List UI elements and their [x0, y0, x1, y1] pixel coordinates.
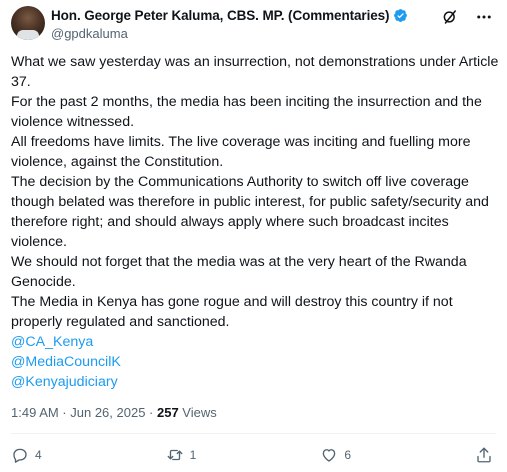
tweet-meta: 1:49 AM · Jun 26, 2025 · 257 Views [11, 405, 217, 420]
tweet-paragraph: What we saw yesterday was an insurrectio… [11, 54, 499, 90]
repost-count: 1 [189, 448, 197, 462]
tweet-paragraph: We should not forget that the media was … [11, 254, 467, 290]
grok-icon[interactable] [441, 8, 459, 26]
author-name[interactable]: Hon. George Peter Kaluma, CBS. MP. (Comm… [51, 8, 390, 23]
repost-icon [166, 446, 184, 464]
tweet-paragraph: The decision by the Communications Autho… [11, 174, 489, 250]
share-button[interactable] [475, 446, 493, 464]
timestamp[interactable]: 1:49 AM · Jun 26, 2025 · [11, 405, 157, 420]
repost-button[interactable]: 1 [166, 446, 266, 464]
reply-icon [11, 446, 29, 464]
tweet-card: Hon. George Peter Kaluma, CBS. MP. (Comm… [0, 0, 507, 472]
author-row: Hon. George Peter Kaluma, CBS. MP. (Comm… [51, 8, 408, 23]
like-icon [320, 446, 338, 464]
reply-count: 4 [35, 448, 42, 462]
views-count: 257 [156, 405, 179, 420]
action-bar: 4 1 6 [11, 446, 493, 464]
mention-link[interactable]: @CA_Kenya [11, 334, 93, 350]
mention-link[interactable]: @Kenyajudiciary [11, 374, 118, 390]
views-label: Views [178, 405, 217, 420]
mention-link[interactable]: @MediaCouncilK [11, 354, 121, 370]
avatar[interactable] [11, 6, 45, 40]
tweet-paragraph: All freedoms have limits. The live cover… [11, 134, 471, 170]
top-actions [441, 8, 493, 26]
more-icon[interactable] [475, 8, 493, 26]
divider [11, 433, 496, 434]
reply-button[interactable]: 4 [11, 446, 111, 464]
tweet-paragraph: The Media in Kenya has gone rogue and wi… [11, 294, 453, 330]
like-count: 6 [344, 448, 351, 462]
tweet-text: What we saw yesterday was an insurrectio… [11, 52, 499, 392]
like-button[interactable]: 6 [320, 446, 420, 464]
verified-badge-icon [393, 8, 408, 23]
share-icon [475, 446, 493, 464]
author-handle[interactable]: @gpdkaluma [51, 26, 128, 41]
tweet-paragraph: For the past 2 months, the media has bee… [11, 94, 482, 130]
